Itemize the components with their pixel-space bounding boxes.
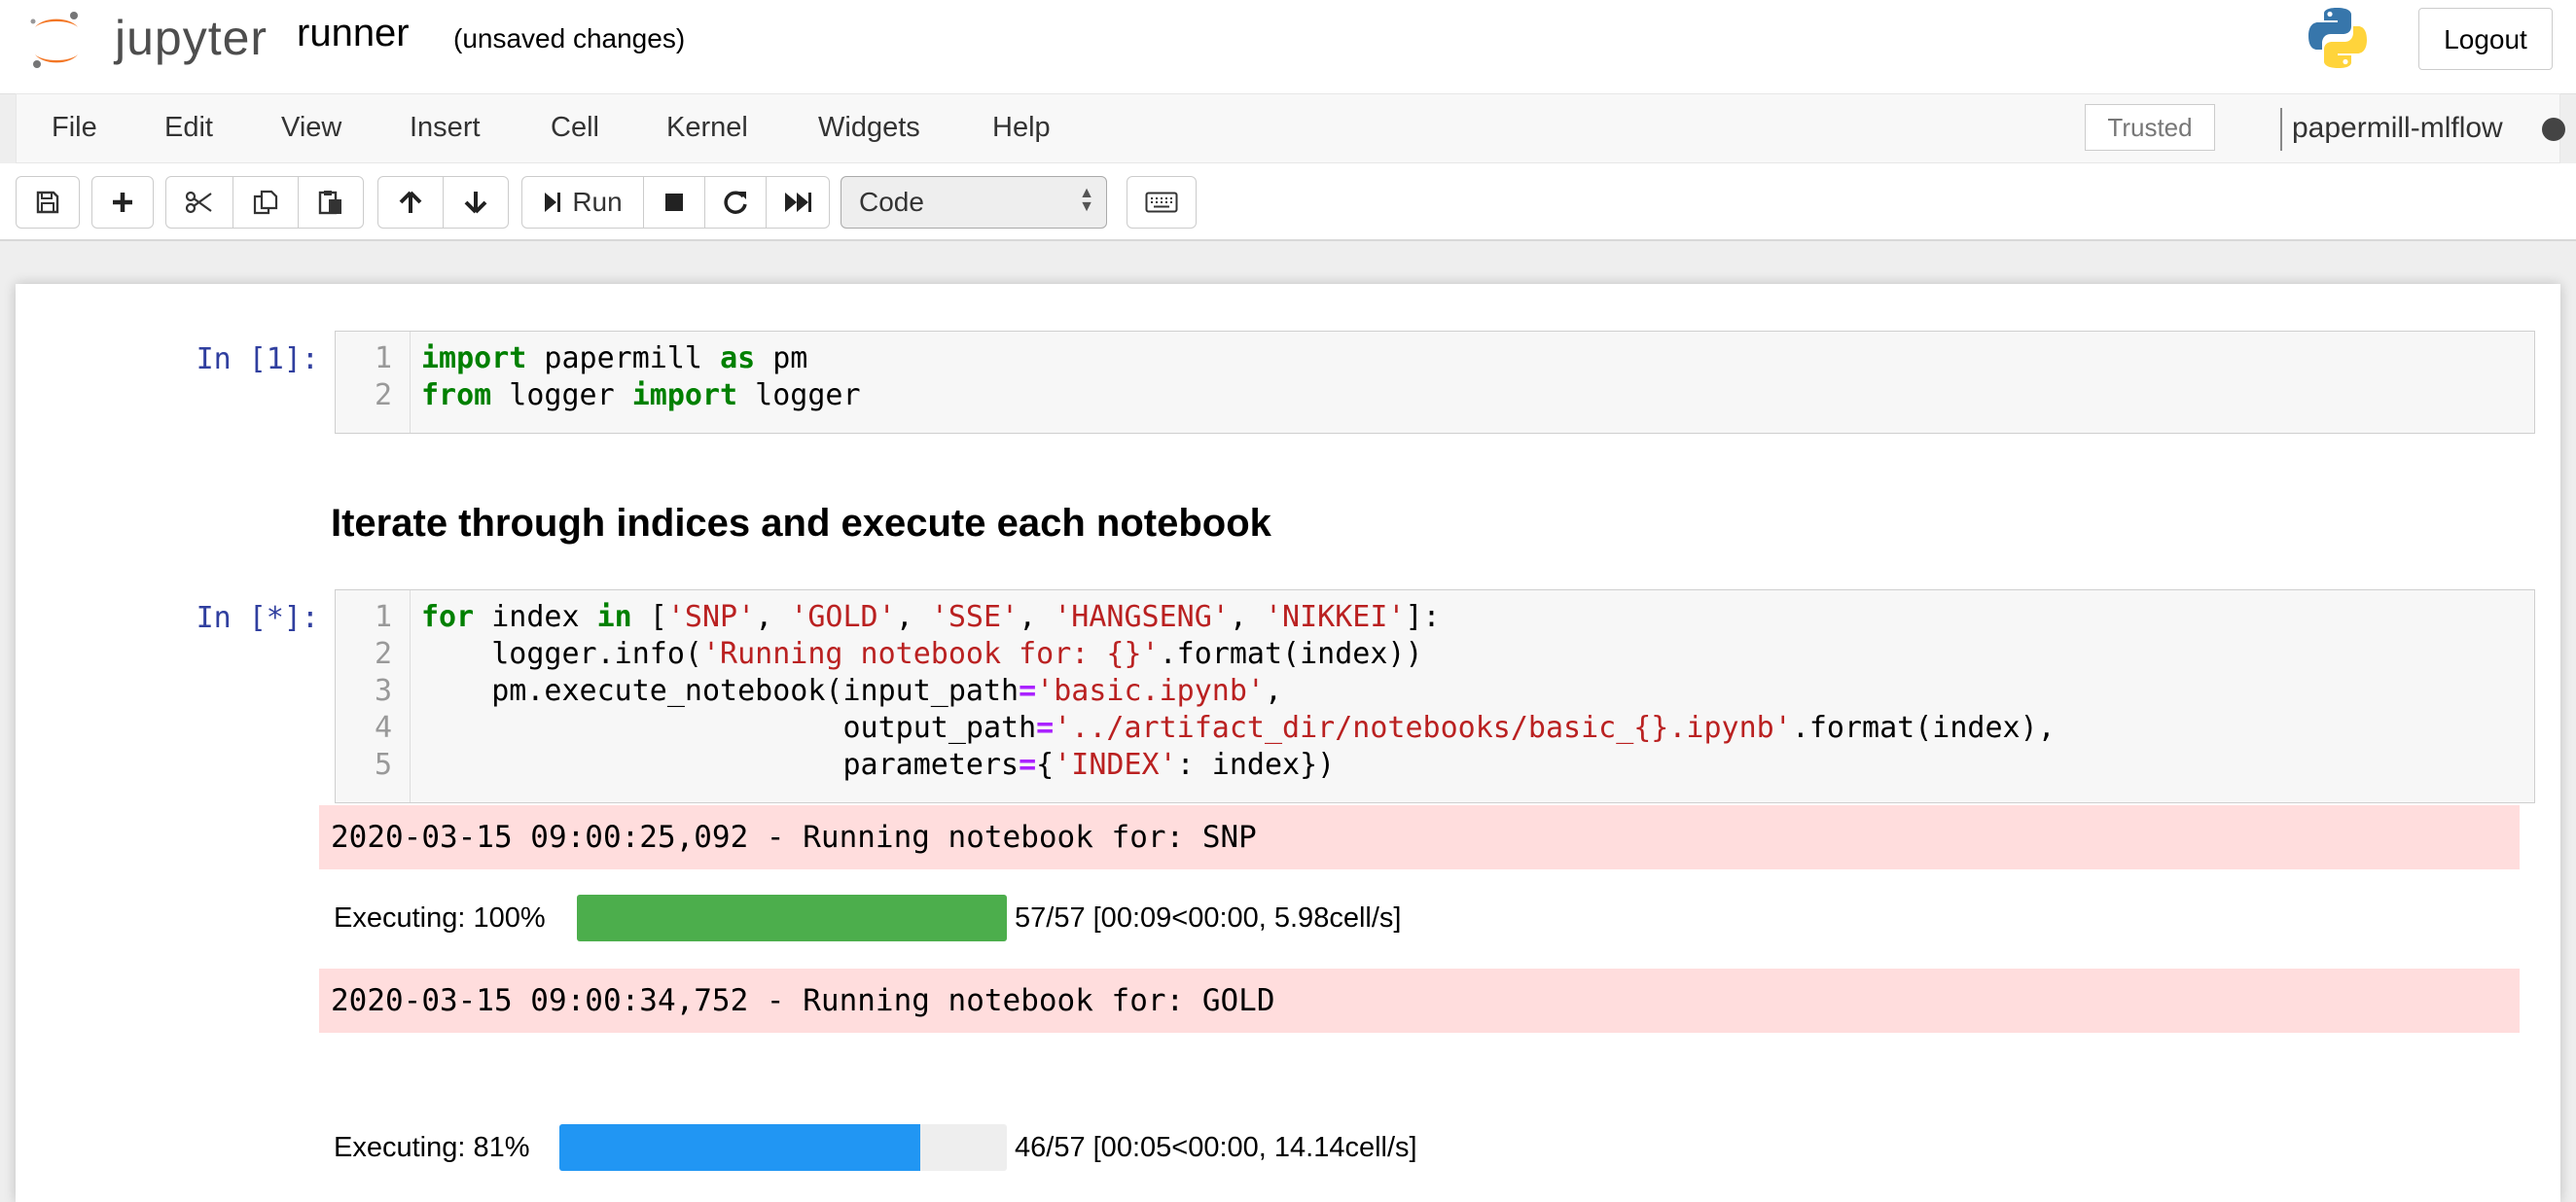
copy-icon (253, 190, 278, 215)
run-icon (545, 193, 561, 212)
cell-1-prompt: In [1]: (196, 342, 319, 376)
menu-file[interactable]: File (52, 112, 97, 144)
progress-label: Executing: 100% (334, 902, 546, 934)
code-line: pm.execute_notebook(input_path='basic.ip… (421, 674, 1283, 708)
menu-cell[interactable]: Cell (551, 112, 599, 144)
python-kernel-logo (2306, 6, 2370, 70)
keyboard-icon (1145, 192, 1178, 213)
line-number: 3 (374, 674, 392, 708)
kernel-name[interactable]: papermill-mlflow (2292, 112, 2503, 145)
code-line: output_path='../artifact_dir/notebooks/b… (421, 711, 2056, 745)
cell-2-editor[interactable]: 1 2 3 4 5 for index in ['SNP', 'GOLD', '… (335, 589, 2535, 803)
kernel-divider (2280, 108, 2282, 151)
notebook-container: In [1]: 1 2 import papermill as pm from … (16, 284, 2560, 1202)
menubar: File Edit View Insert Cell Kernel Widget… (16, 93, 2565, 163)
progress-widget-1: Executing: 100% 57/57 [00:09<00:00, 5.98… (334, 895, 1598, 941)
progress-bar-track (559, 1124, 1007, 1171)
progress-stats: 46/57 [00:05<00:00, 14.14cell/s] (1015, 1132, 1417, 1163)
line-number: 2 (374, 378, 392, 412)
line-number: 4 (374, 711, 392, 745)
fast-forward-icon (785, 193, 811, 212)
menu-insert[interactable]: Insert (410, 112, 481, 144)
line-number-gutter: 1 2 (336, 332, 411, 433)
line-number: 2 (374, 637, 392, 671)
markdown-heading: Iterate through indices and execute each… (331, 502, 1271, 545)
run-button-label: Run (572, 187, 623, 217)
cut-button[interactable] (165, 176, 233, 229)
stop-icon (665, 194, 683, 211)
menu-help[interactable]: Help (992, 112, 1051, 144)
restart-icon (724, 191, 747, 214)
menu-edit[interactable]: Edit (164, 112, 213, 144)
copy-button[interactable] (233, 176, 299, 229)
save-status: (unsaved changes) (453, 23, 686, 53)
cut-icon (185, 191, 212, 214)
save-icon (36, 191, 59, 214)
code-line: import papermill as pm (421, 341, 808, 375)
interrupt-button[interactable] (643, 176, 705, 229)
stderr-output: 2020-03-15 09:00:25,092 - Running notebo… (319, 805, 2520, 869)
progress-bar-track (577, 895, 1007, 941)
progress-bar-fill (559, 1124, 921, 1171)
command-palette-button[interactable] (1127, 176, 1197, 229)
jupyter-logo[interactable]: jupyter (27, 6, 270, 74)
jupyter-logo-icon (30, 12, 78, 68)
restart-button[interactable] (704, 176, 767, 229)
cell-2-prompt: In [*]: (196, 601, 319, 635)
header: jupyter runner (unsaved changes) Logout (0, 0, 2576, 94)
code-line: from logger import logger (421, 378, 861, 412)
insert-cell-button[interactable] (91, 176, 154, 229)
jupyter-logo-text: jupyter (115, 11, 268, 65)
arrow-down-icon (464, 192, 487, 214)
python-icon (2308, 8, 2367, 68)
plus-icon (113, 193, 132, 212)
kernel-status-icon (2542, 118, 2565, 141)
line-number: 5 (374, 748, 392, 782)
menu-kernel[interactable]: Kernel (666, 112, 748, 144)
cell-type-value: Code (859, 187, 924, 217)
paste-button[interactable] (298, 176, 364, 229)
notebook-name[interactable]: runner (297, 12, 410, 55)
select-arrows-icon: ▲ ▼ (1079, 185, 1094, 215)
code-line: parameters={'INDEX': index}) (421, 748, 1336, 782)
restart-run-all-button[interactable] (766, 176, 830, 229)
progress-stats: 57/57 [00:09<00:00, 5.98cell/s] (1015, 902, 1402, 934)
line-number-gutter: 1 2 3 4 5 (336, 590, 411, 802)
menu-view[interactable]: View (281, 112, 341, 144)
progress-label: Executing: 81% (334, 1132, 530, 1163)
move-down-button[interactable] (443, 176, 509, 229)
code-line: for index in ['SNP', 'GOLD', 'SSE', 'HAN… (421, 600, 1441, 634)
line-number: 1 (374, 341, 392, 375)
code-line: logger.info('Running notebook for: {}'.f… (421, 637, 1423, 671)
run-button[interactable]: Run (521, 176, 644, 229)
logout-button[interactable]: Logout (2418, 8, 2553, 70)
progress-bar-fill (577, 895, 1007, 941)
trusted-indicator[interactable]: Trusted (2085, 104, 2215, 151)
cell-1-editor[interactable]: 1 2 import papermill as pm from logger i… (335, 331, 2535, 434)
cell-type-select[interactable]: Code ▲ ▼ (841, 176, 1107, 229)
paste-icon (318, 191, 341, 215)
toolbar-divider (0, 239, 2576, 241)
move-up-button[interactable] (377, 176, 444, 229)
line-number: 1 (374, 600, 392, 634)
stderr-output: 2020-03-15 09:00:34,752 - Running notebo… (319, 969, 2520, 1033)
menu-widgets[interactable]: Widgets (818, 112, 920, 144)
arrow-up-icon (399, 191, 422, 213)
save-button[interactable] (16, 176, 80, 229)
progress-widget-2: Executing: 81% 46/57 [00:05<00:00, 14.14… (334, 1124, 1598, 1171)
